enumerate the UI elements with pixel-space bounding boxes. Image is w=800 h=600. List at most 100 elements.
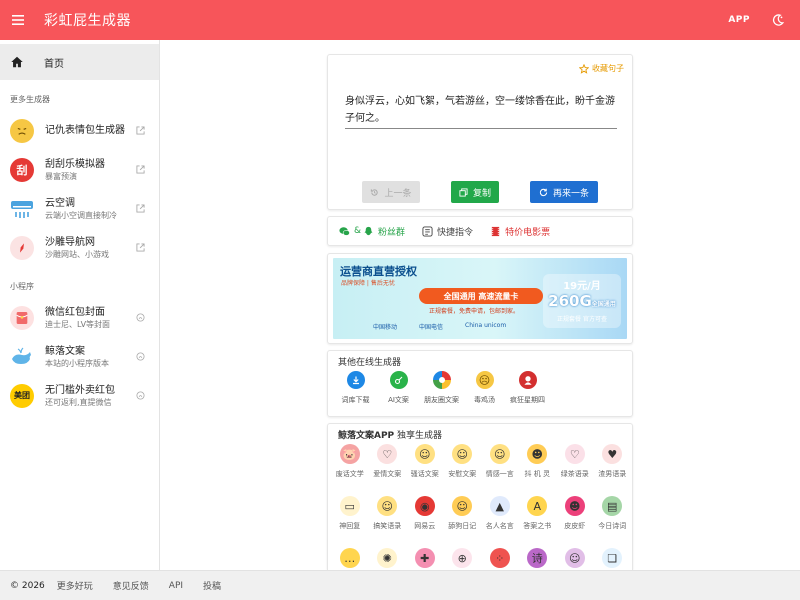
generator-item[interactable]: ☹ 毒鸡汤 (463, 371, 506, 405)
copy-button[interactable]: 复制 (451, 181, 499, 203)
movie-ticket-link[interactable]: 特价电影票 (490, 225, 550, 238)
price-month: 19元/月 (563, 281, 601, 292)
data-sim-ad-banner[interactable]: 运营商直营授权 品牌保障 | 售后无忧 全国通用 高速流量卡 正规套餐，免费申请… (333, 258, 627, 339)
download-icon (346, 371, 365, 389)
app-generator-label: 安慰文案 (448, 470, 477, 478)
laugh-icon: ☺ (377, 496, 398, 516)
app-generator-label: 名人名言 (485, 522, 514, 530)
app-generator-item[interactable]: ☺ 舔狗日记 (444, 496, 482, 544)
generator-item[interactable]: 疯狂星期四 (506, 371, 549, 405)
app-generator-item[interactable]: ☺ 安慰文案 (444, 444, 482, 492)
sidebar-item-cloud-ac[interactable]: 云空调 云端小空调直接制冷 (0, 189, 159, 228)
sidebar-item-sub: 迪士尼、LV等封面 (45, 319, 111, 329)
mini-program-icon (136, 390, 145, 400)
app-generator-item[interactable]: ▲ 名人名言 (481, 496, 519, 544)
sidebar-item-name: 沙雕导航网 (45, 236, 95, 248)
gamepad-icon: ⊕ (452, 548, 473, 568)
footer-link-more-fun[interactable]: 更多好玩 (57, 579, 93, 592)
ad-banner-card: 运营商直营授权 品牌保障 | 售后无忧 全国通用 高速流量卡 正规套餐，免费申请… (327, 253, 633, 344)
message-bubble-icon: ❏ (602, 548, 623, 568)
footer-link-feedback[interactable]: 意见反馈 (113, 579, 149, 592)
sidebar-item-nav-site[interactable]: 沙雕导航网 沙雕网站、小游戏 (0, 228, 159, 267)
external-link-icon (136, 203, 145, 213)
generator-item[interactable]: AI文案 (377, 371, 420, 405)
app-title[interactable]: 彩虹屁生成器 (44, 10, 131, 30)
app-generator-item[interactable]: ♥ 渣男语录 (594, 444, 632, 492)
app-generator-item[interactable]: ☺ 搞笑语录 (369, 496, 407, 544)
app-generator-label: 搞笑语录 (373, 522, 402, 530)
app-generator-item[interactable]: ☻ 抖 机 灵 (519, 444, 557, 492)
shortcut-icon (422, 225, 433, 237)
sidebar-item-home[interactable]: 首页 (0, 44, 159, 80)
history-icon (371, 188, 379, 196)
sidebar-item-red-packet[interactable]: 微信红包封面 迪士尼、LV等封面 (0, 298, 159, 337)
app-generator-label: 今日诗词 (598, 522, 627, 530)
sidebar-item-whale-copy[interactable]: 鲸落文案 本站的小程序版本 (0, 337, 159, 376)
fans-group-link[interactable]: & 粉丝群 (339, 225, 405, 238)
chat-icon: ▭ (339, 496, 360, 516)
hamburger-icon (12, 15, 24, 25)
app-generator-item[interactable]: 🐷 废话文学 (331, 444, 369, 492)
banner-title: 运营商直营授权 (340, 265, 417, 278)
footer-link-api[interactable]: API (169, 581, 183, 591)
compass-icon (10, 235, 34, 260)
app-generator-label: 爱情文案 (373, 470, 402, 478)
copyright: © 2026 (10, 580, 45, 591)
generator-item[interactable]: 朋友圈文案 (420, 371, 463, 405)
app-generator-label: 抖 机 灵 (524, 470, 550, 478)
app-generator-label: 答案之书 (523, 522, 552, 530)
moon-icon (772, 14, 785, 26)
generator-label: AI文案 (388, 396, 409, 404)
theme-toggle-button[interactable] (768, 10, 788, 30)
shrimp-icon: ☻ (564, 496, 585, 516)
menu-button[interactable] (0, 0, 36, 40)
next-button[interactable]: 再来一条 (530, 181, 598, 203)
people-icon: ☺ (564, 548, 585, 568)
footer: © 2026 更多好玩 意见反馈 API 投稿 (0, 570, 800, 600)
mini-program-icon (136, 312, 145, 322)
heartbeat-icon: ♥ (602, 444, 623, 464)
app-generator-item[interactable]: ♡ 绿茶语录 (556, 444, 594, 492)
sidebar-section-more: 更多生成器 (10, 95, 50, 104)
app-generator-item[interactable]: ☻ 皮皮虾 (556, 496, 594, 544)
app-generator-item[interactable]: ♡ 爱情文案 (369, 444, 407, 492)
sidebar-item-grudge-meme[interactable]: 记仇表情包生成器 (0, 111, 159, 150)
quote-text[interactable]: 身似浮云，心如飞絮，气若游丝，空一缕馀香在此，盼千金游子何之。 (345, 93, 617, 129)
sidebar-item-scratch[interactable]: 刮 刮刮乐模拟器 暴富预演 (0, 150, 159, 189)
red-packet-icon (10, 305, 34, 330)
sidebar-item-name: 刮刮乐模拟器 (45, 158, 105, 170)
sidebar-item-name: 微信红包封面 (45, 306, 105, 318)
app-download-link[interactable]: APP (728, 15, 750, 25)
links-card: & 粉丝群 快捷指令 特价电影票 (327, 216, 633, 246)
app-generator-item[interactable]: ☺ 情感一言 (481, 444, 519, 492)
meituan-icon: 美团 (10, 383, 34, 408)
app-generator-item[interactable]: ▭ 神回复 (331, 496, 369, 544)
scratch-card-icon: 刮 (10, 157, 34, 182)
app-generator-item[interactable]: ☺ 骚话文案 (406, 444, 444, 492)
emoji-icon: ☹ (475, 371, 494, 389)
broken-heart-icon: ♡ (564, 444, 585, 464)
sidebar-item-sub: 暴富预演 (45, 171, 77, 181)
grumpy-face-icon (10, 118, 34, 143)
generator-item[interactable]: 词库下载 (334, 371, 377, 405)
poem-icon: ▤ (602, 496, 623, 516)
app-generator-item[interactable]: A 答案之书 (519, 496, 557, 544)
poem-encyclopedia-icon: 诗 (527, 548, 548, 568)
collect-button[interactable]: 收藏句子 (579, 63, 624, 74)
generator-label: 疯狂星期四 (510, 396, 545, 404)
app-generator-item[interactable]: ▤ 今日诗词 (594, 496, 632, 544)
app-generator-item[interactable]: ◉ 网易云 (406, 496, 444, 544)
footer-link-submit[interactable]: 投稿 (203, 579, 221, 592)
price-box: 19元/月 260G全国通用 正规套餐 官方可查 (543, 274, 621, 328)
sidebar-item-name: 鲸落文案 (45, 345, 85, 357)
home-icon (11, 56, 23, 68)
app-generator-label: 神回复 (339, 522, 361, 530)
air-conditioner-icon (10, 196, 34, 221)
next-label: 再来一条 (552, 188, 589, 199)
other-generators-card: 其他在线生成器 词库下载 AI文案 朋友圈文案 ☹ 毒鸡汤 疯狂星期四 (327, 350, 633, 417)
shortcut-link[interactable]: 快捷指令 (422, 225, 473, 238)
previous-button[interactable]: 上一条 (362, 181, 420, 203)
sidebar-item-takeout[interactable]: 美团 无门槛外卖红包 还可返利,直提微信 (0, 376, 159, 415)
app-generator-label: 皮皮虾 (564, 522, 586, 530)
sidebar-item-sub: 本站的小程序版本 (45, 358, 109, 368)
